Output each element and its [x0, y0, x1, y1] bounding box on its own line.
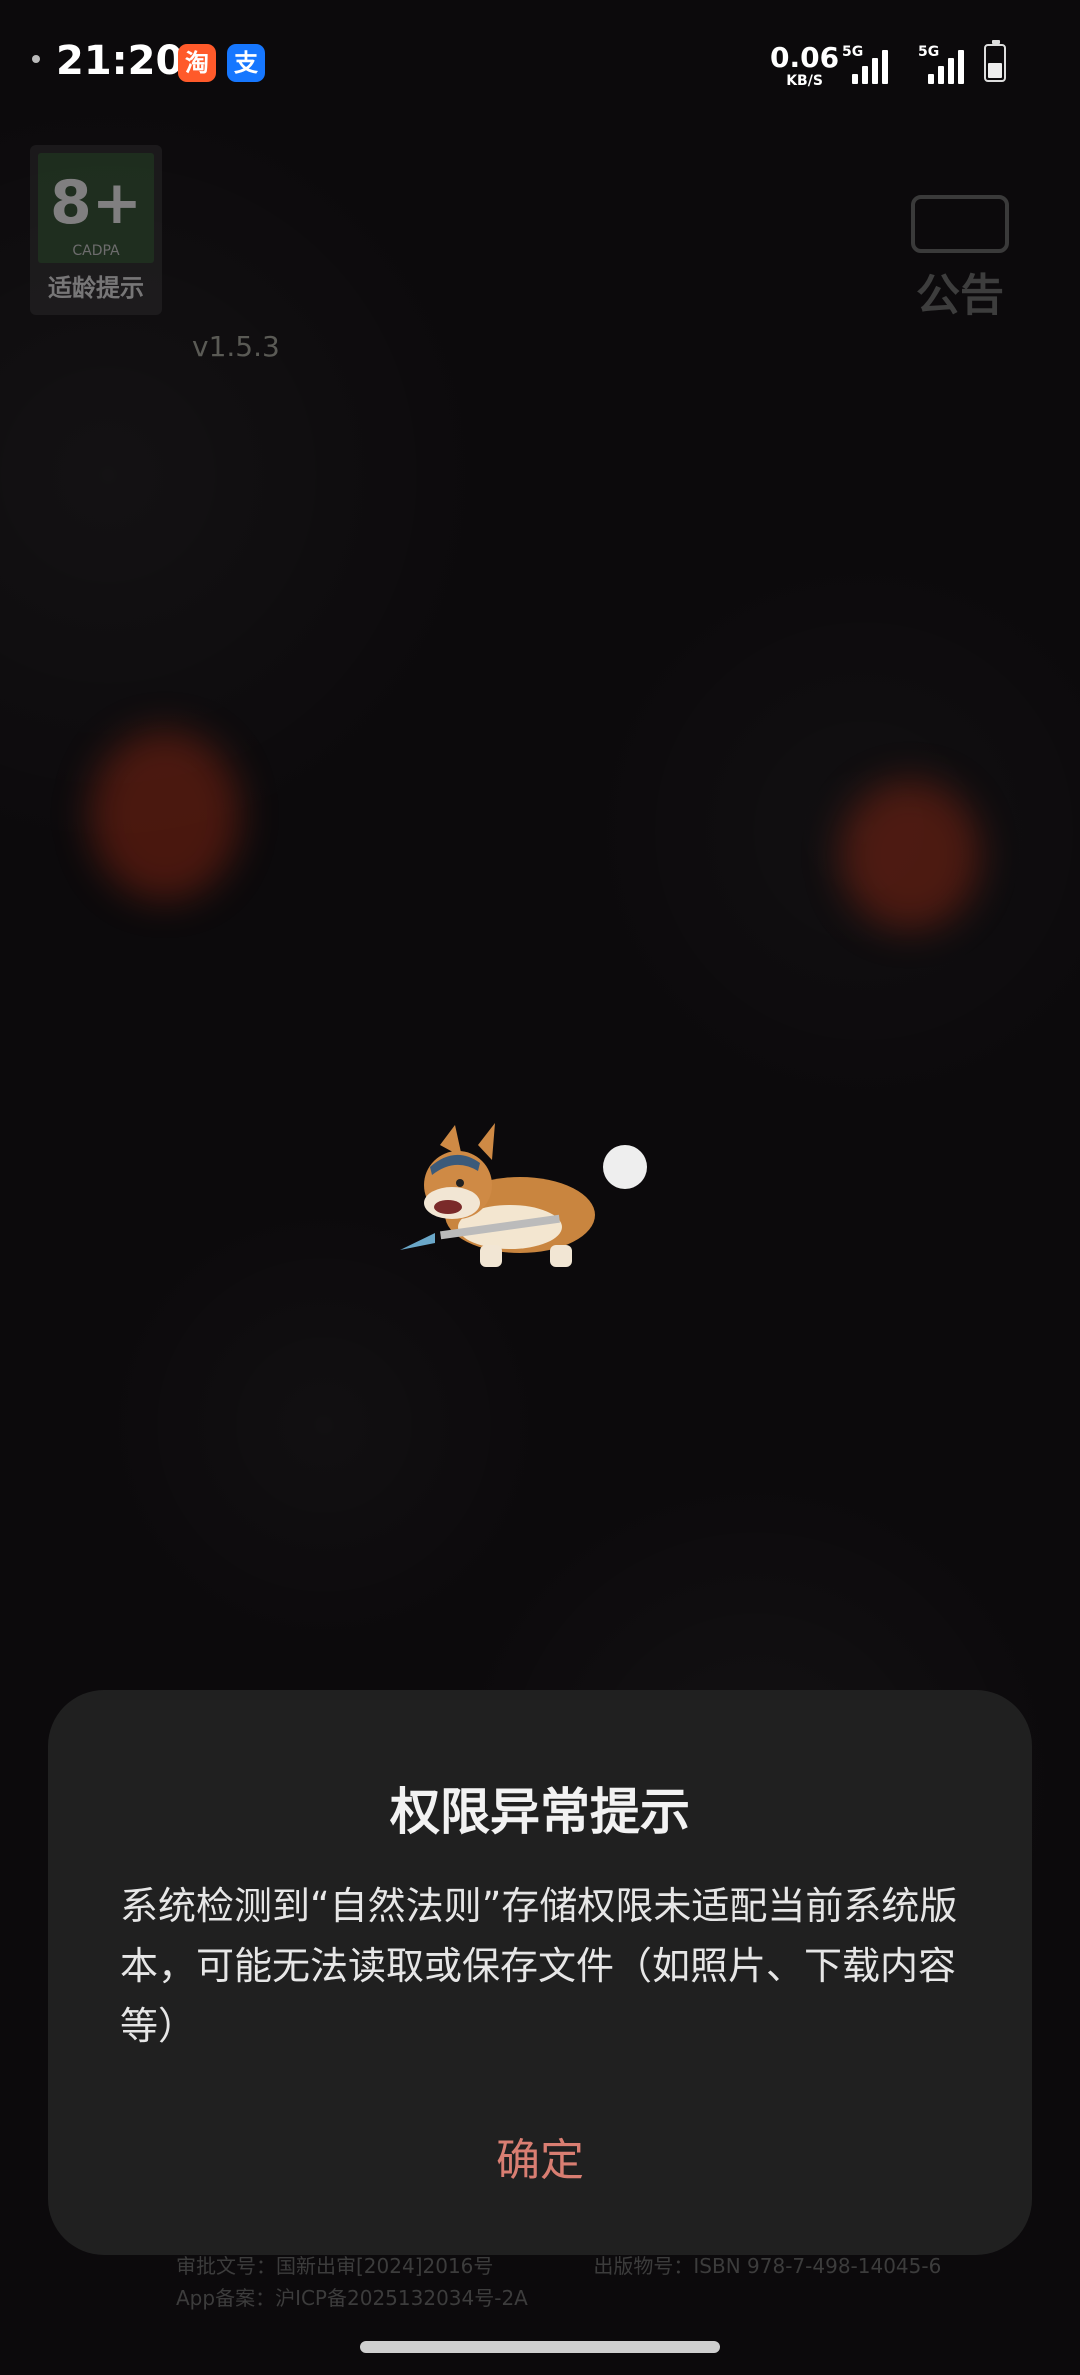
signal-2-label: 5G [918, 44, 940, 60]
age-rating-box: 8+ CADPA [38, 153, 154, 263]
confirm-button[interactable]: 确定 [440, 2120, 640, 2200]
signal-1-label: 5G [842, 44, 864, 60]
status-dot [32, 55, 40, 63]
dialog-title: 权限异常提示 [390, 1783, 690, 1841]
network-speed-unit: KB/S [786, 73, 823, 89]
megaphone-icon [911, 195, 1009, 253]
status-time: 21:20 [56, 38, 184, 84]
app-record-number: App备案：沪ICP备2025132034号-2A [176, 2286, 528, 2310]
taobao-app-icon: 淘 [178, 44, 216, 82]
notice-label: 公告 [916, 270, 1004, 321]
signal-2-icon: 5G [918, 44, 964, 84]
torch-glow-left [90, 730, 240, 900]
battery-icon [984, 40, 1006, 82]
notice-button[interactable]: 公告 [900, 195, 1020, 323]
age-rating-label: 适龄提示 [48, 274, 144, 302]
network-speed: 0.06 KB/S [770, 41, 840, 89]
home-indicator[interactable] [360, 2341, 720, 2353]
dialog-message: 系统检测到“自然法则”存储权限未适配当前系统版本，可能无法读取或保存文件（如照片… [120, 1884, 958, 2048]
age-rating-org: CADPA [72, 243, 120, 259]
alipay-app-icon: 支 [227, 44, 265, 82]
signal-1-icon: 5G [842, 44, 888, 84]
corgi-mascot [400, 1123, 647, 1267]
permission-dialog: 权限异常提示 系统检测到“自然法则”存储权限未适配当前系统版本，可能无法读取或保… [48, 1690, 1032, 2255]
age-rating-number: 8+ [49, 168, 143, 238]
network-speed-value: 0.06 [770, 41, 840, 74]
license-info: 审批文号：国新出审[2024]2016号 出版物号：ISBN 978-7-498… [176, 2250, 976, 2314]
version-label: v1.5.3 [192, 330, 280, 363]
status-bar: 21:20 淘 支 0.06 KB/S 5G 5G [0, 0, 1080, 130]
age-rating-badge[interactable]: 8+ CADPA 适龄提示 [30, 145, 162, 315]
torch-glow-right [840, 780, 980, 930]
